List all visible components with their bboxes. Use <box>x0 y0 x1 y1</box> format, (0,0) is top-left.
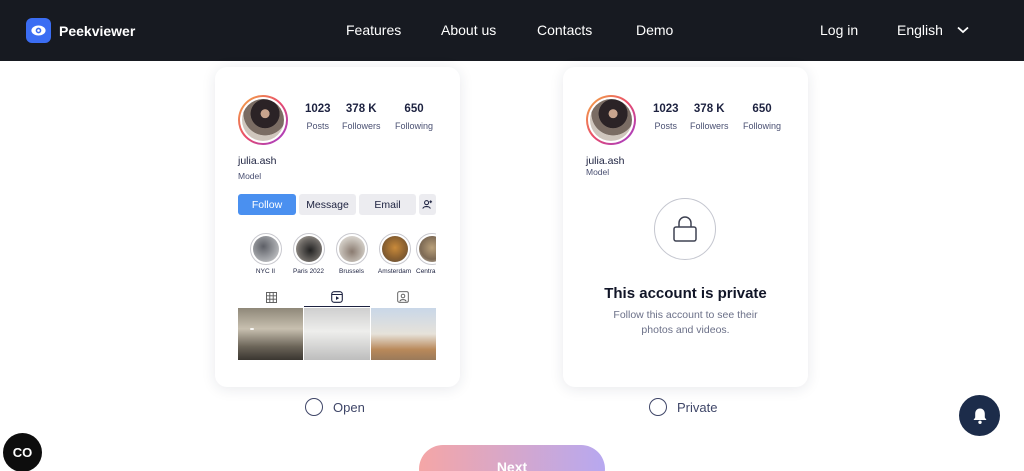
following-stat: 650 Following <box>743 103 782 131</box>
lock-badge <box>654 198 716 260</box>
nav-link-contacts[interactable]: Contacts <box>537 22 592 38</box>
posts-stat: 1023 Posts <box>305 103 331 131</box>
private-subtitle: Follow this account to see their photos … <box>613 309 758 336</box>
top-navbar: Peekviewer Features About us Contacts De… <box>0 0 1024 61</box>
avatar <box>238 95 288 145</box>
nav-link-about-us[interactable]: About us <box>441 22 496 38</box>
highlight-item[interactable]: Brussels <box>330 233 373 275</box>
followers-stat: 378 K Followers <box>690 103 729 131</box>
email-button[interactable]: Email <box>359 194 416 215</box>
radio-private-label: Private <box>677 399 718 415</box>
following-stat: 650 Following <box>395 103 434 131</box>
post-thumbnail[interactable] <box>238 308 304 360</box>
username: julia.ash <box>586 155 625 167</box>
radio-private[interactable]: Private <box>649 398 717 416</box>
highlight-item[interactable]: Paris 2022 <box>287 233 330 275</box>
eye-logo-icon <box>26 18 51 43</box>
add-user-button[interactable] <box>419 194 436 215</box>
post-grid <box>238 308 436 360</box>
avatar <box>586 95 636 145</box>
highlight-item[interactable]: NYC II <box>244 233 287 275</box>
private-profile-card[interactable]: 1023 Posts 378 K Followers 650 Following ju… <box>563 67 808 387</box>
tab-posts-grid[interactable] <box>238 287 304 307</box>
language-label: English <box>897 22 943 38</box>
post-thumbnail[interactable] <box>304 308 370 360</box>
grid-icon <box>265 291 277 303</box>
bell-icon <box>973 408 986 424</box>
open-profile-card[interactable]: 1023 Posts 378 K Followers 650 Following ju… <box>215 67 460 387</box>
tab-reels[interactable] <box>304 287 370 307</box>
user-role: Model <box>586 167 610 177</box>
next-button[interactable]: Next <box>419 445 605 471</box>
post-thumbnail[interactable] <box>370 308 436 360</box>
chevron-down-icon <box>957 26 969 34</box>
private-title: This account is private <box>604 285 767 302</box>
language-selector[interactable]: English <box>897 22 969 38</box>
radio-circle[interactable] <box>305 398 323 416</box>
highlight-item[interactable]: Centra <box>416 233 436 275</box>
notification-button[interactable] <box>959 395 1000 436</box>
posts-stat: 1023 Posts <box>653 103 679 131</box>
radio-circle[interactable] <box>649 398 667 416</box>
chat-widget-button[interactable]: CO <box>3 433 42 471</box>
brand[interactable]: Peekviewer <box>26 18 135 43</box>
followers-stat: 378 K Followers <box>342 103 381 131</box>
brand-name: Peekviewer <box>59 22 136 39</box>
tab-tagged[interactable] <box>370 287 436 307</box>
login-link[interactable]: Log in <box>820 22 858 38</box>
lock-icon <box>673 216 697 242</box>
reels-icon <box>331 290 343 303</box>
follow-button[interactable]: Follow <box>238 194 296 215</box>
highlight-item[interactable]: Amsterdam <box>373 233 416 275</box>
message-button[interactable]: Message <box>299 194 356 215</box>
tagged-icon <box>397 291 409 303</box>
story-highlights: NYC II Paris 2022 Brussels Amsterdam Cen… <box>244 233 436 275</box>
profile-actions: Follow Message Email <box>238 194 436 215</box>
nav-link-features[interactable]: Features <box>346 22 401 38</box>
user-role: Model <box>238 171 262 181</box>
username: julia.ash <box>238 155 277 167</box>
profile-tabs <box>238 287 436 307</box>
nav-link-demo[interactable]: Demo <box>636 22 673 38</box>
radio-open-label: Open <box>333 399 365 415</box>
radio-open[interactable]: Open <box>305 398 365 416</box>
add-user-icon <box>422 200 433 209</box>
